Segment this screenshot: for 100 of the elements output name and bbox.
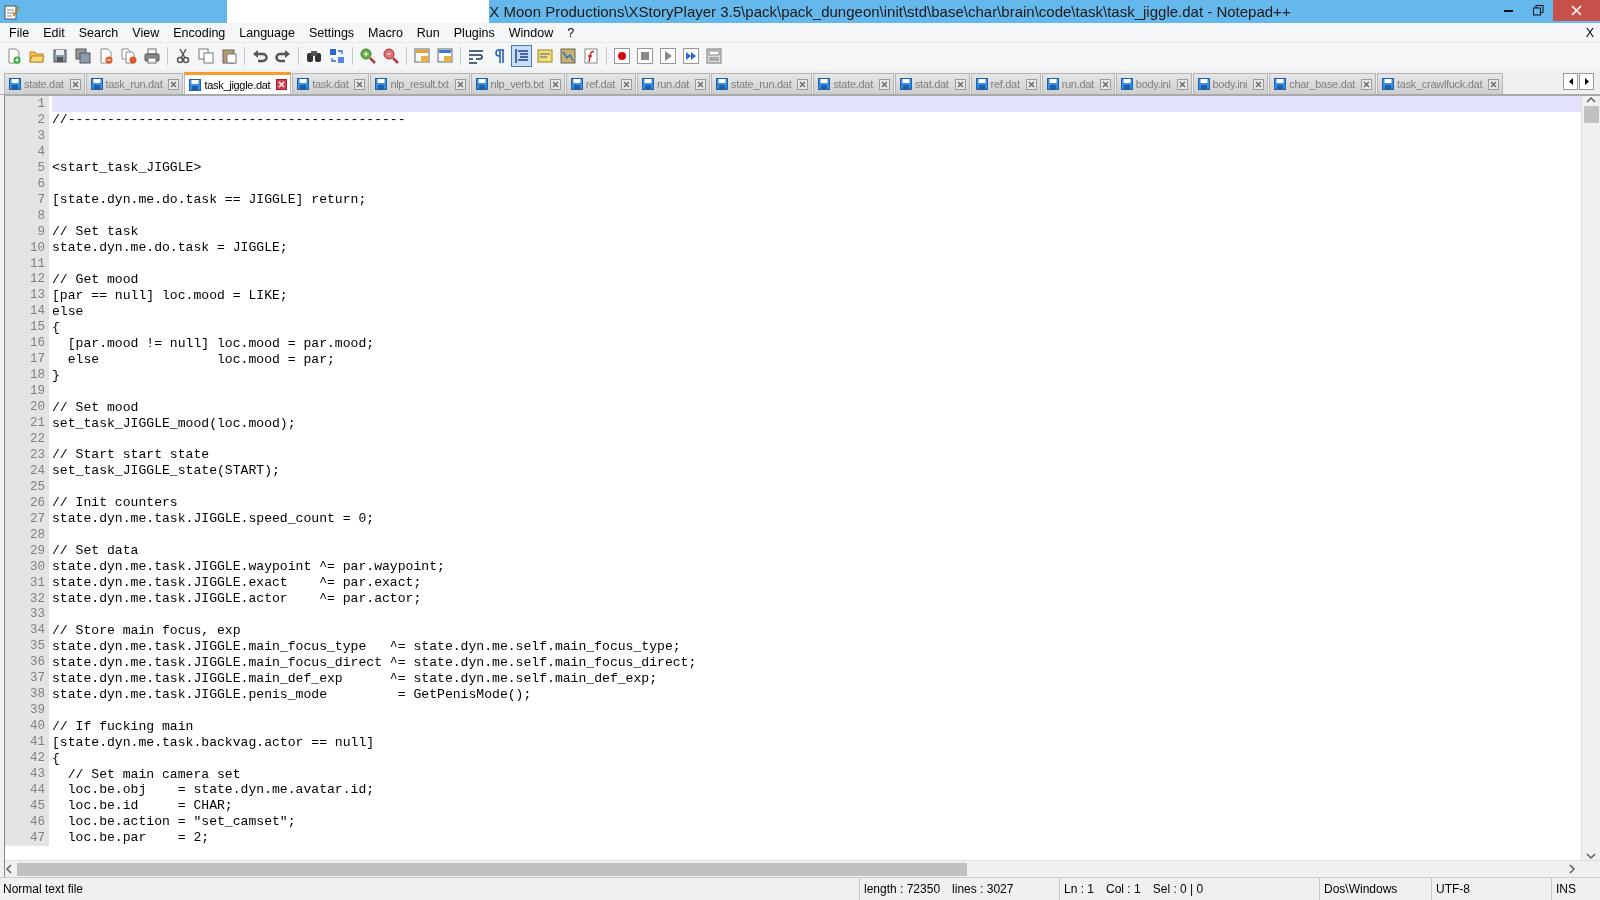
- close-icon[interactable]: [954, 78, 966, 90]
- file-tab[interactable]: run.dat: [636, 73, 711, 94]
- code-line: // Start start state: [52, 447, 210, 463]
- code-line: {: [52, 750, 60, 766]
- word-wrap-icon[interactable]: [467, 48, 484, 64]
- print-icon[interactable]: [143, 48, 160, 64]
- file-tab[interactable]: task.dat: [292, 73, 370, 94]
- code-line: // Set main camera set: [66, 766, 241, 782]
- copy-icon[interactable]: [197, 48, 214, 64]
- close-icon: [1571, 5, 1582, 16]
- close-icon[interactable]: [1176, 78, 1188, 90]
- file-tab[interactable]: char_base.dat: [1269, 73, 1377, 94]
- line-number: 39: [5, 702, 49, 719]
- document-map-icon[interactable]: [559, 48, 576, 64]
- save-icon[interactable]: [51, 48, 68, 64]
- play-icon[interactable]: [659, 48, 676, 64]
- menu-item[interactable]: Language: [232, 25, 302, 40]
- horizontal-scrollbar[interactable]: [5, 860, 1600, 877]
- paste-icon[interactable]: [220, 48, 237, 64]
- code-line: {: [52, 319, 60, 335]
- file-tab[interactable]: state.dat: [813, 73, 894, 94]
- length-label: length : 72350: [864, 882, 941, 896]
- file-tab[interactable]: stat.dat: [894, 73, 970, 94]
- code-line: state.dyn.me.task.JIGGLE.main_focus_type ^= state.dyn.me.self.main_focus_type;: [52, 638, 681, 654]
- function-list-icon[interactable]: [582, 48, 599, 64]
- scroll-left-button[interactable]: [1563, 73, 1578, 90]
- file-tab[interactable]: state_run.dat: [711, 73, 813, 94]
- file-tab[interactable]: task_jiggle.dat: [184, 72, 292, 94]
- close-icon[interactable]: [797, 78, 809, 90]
- zoom-out-icon[interactable]: [382, 48, 399, 64]
- menu-item[interactable]: Window: [501, 25, 561, 40]
- new-file-icon[interactable]: [5, 48, 22, 64]
- file-tab[interactable]: task_run.dat: [85, 73, 184, 94]
- menu-item[interactable]: Settings: [301, 25, 362, 40]
- indent-guide-icon[interactable]: [513, 48, 530, 64]
- play-multiple-icon[interactable]: [682, 48, 699, 64]
- stop-icon[interactable]: [636, 48, 653, 64]
- close-icon[interactable]: [1099, 78, 1111, 90]
- scrollbar-thumb[interactable]: [1583, 106, 1599, 123]
- menu-item[interactable]: Search: [71, 25, 126, 40]
- menu-item[interactable]: View: [125, 25, 167, 40]
- code-line: else loc.mood = par;: [66, 351, 335, 367]
- language-icon[interactable]: [536, 48, 553, 64]
- close-icon[interactable]: [1361, 78, 1373, 90]
- file-tab[interactable]: nlp_result.txt: [370, 73, 470, 94]
- close-document-button[interactable]: X: [1579, 25, 1600, 40]
- redo-icon[interactable]: [274, 48, 291, 64]
- file-tab[interactable]: task_crawlfuck.dat: [1377, 73, 1504, 94]
- save-all-icon[interactable]: [74, 48, 91, 64]
- close-icon[interactable]: [1025, 78, 1037, 90]
- file-tab[interactable]: ref.dat: [565, 73, 636, 94]
- vertical-scrollbar[interactable]: [1581, 96, 1600, 860]
- close-icon[interactable]: [1253, 78, 1265, 90]
- menu-item[interactable]: ?: [560, 25, 582, 40]
- record-icon[interactable]: [613, 48, 630, 64]
- close-all-icon[interactable]: [120, 48, 137, 64]
- replace-icon[interactable]: [328, 48, 345, 64]
- close-icon[interactable]: [878, 78, 890, 90]
- menu-item[interactable]: Plugins: [446, 25, 502, 40]
- line-number: 22: [5, 431, 49, 447]
- file-tab[interactable]: body.ini: [1115, 73, 1192, 94]
- line-number: 38: [5, 686, 49, 703]
- close-icon[interactable]: [549, 78, 561, 90]
- menu-item[interactable]: Run: [409, 25, 447, 40]
- cut-icon[interactable]: [174, 48, 191, 64]
- code-line: state.dyn.me.task.JIGGLE.main_def_exp ^= state.dyn.me.self.main_def_exp;: [52, 670, 658, 686]
- file-tab[interactable]: state.dat: [4, 73, 85, 94]
- zoom-in-icon[interactable]: [359, 48, 376, 64]
- close-icon[interactable]: [454, 78, 466, 90]
- file-tab[interactable]: nlp_verb.txt: [470, 73, 565, 94]
- undo-icon[interactable]: [251, 48, 268, 64]
- line-number: 37: [5, 670, 49, 687]
- code-line: set_task_JIGGLE_mood(loc.mood);: [52, 415, 296, 431]
- file-tab[interactable]: body.ini: [1192, 73, 1269, 94]
- menu-item[interactable]: Macro: [361, 25, 410, 40]
- save-macro-icon[interactable]: [705, 48, 722, 64]
- menu-item[interactable]: Encoding: [166, 25, 233, 40]
- close-icon[interactable]: [276, 79, 288, 90]
- close-icon[interactable]: [620, 78, 632, 90]
- file-tab[interactable]: ref.dat: [970, 73, 1041, 94]
- scroll-right-button[interactable]: [1579, 73, 1594, 90]
- close-icon[interactable]: [354, 78, 366, 90]
- menu-item[interactable]: Edit: [36, 25, 72, 40]
- binoculars-icon[interactable]: [305, 48, 322, 64]
- open-folder-icon[interactable]: [28, 48, 45, 64]
- code-line: state.dyn.me.task.JIGGLE.waypoint ^= par.waypoint;: [52, 559, 445, 575]
- file-tab[interactable]: run.dat: [1041, 73, 1115, 94]
- sync-horizontal-icon[interactable]: [436, 48, 453, 64]
- scrollbar-thumb[interactable]: [17, 862, 967, 876]
- close-icon[interactable]: [69, 78, 81, 90]
- code-line: // Get mood: [52, 271, 139, 287]
- close-icon[interactable]: [1488, 78, 1500, 90]
- close-file-icon[interactable]: [97, 48, 114, 64]
- menu-item[interactable]: File: [2, 25, 37, 40]
- selection-label: Sel : 0 | 0: [1152, 882, 1204, 896]
- close-button[interactable]: [1553, 0, 1600, 21]
- close-icon[interactable]: [168, 78, 180, 90]
- close-icon[interactable]: [695, 78, 707, 90]
- restore-icon[interactable]: [1532, 5, 1544, 16]
- line-number: 42: [5, 750, 49, 767]
